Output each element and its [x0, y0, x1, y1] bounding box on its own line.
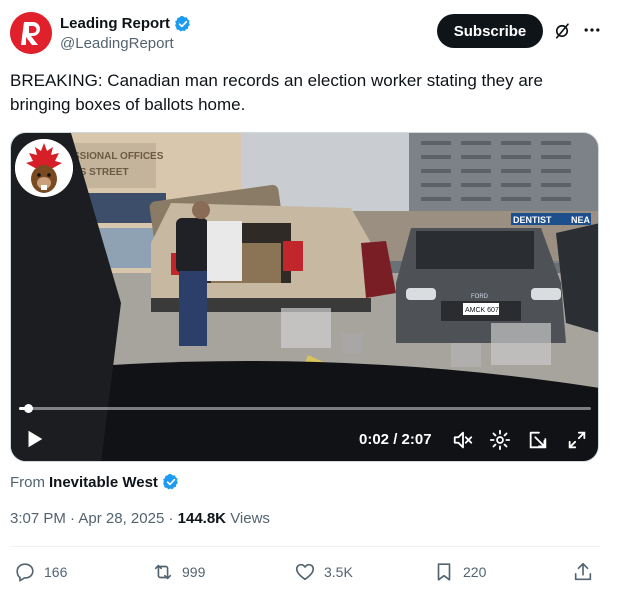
bookmark-icon: [437, 563, 451, 581]
bookmark-count: 220: [463, 564, 487, 580]
play-icon[interactable]: [23, 428, 45, 450]
channel-logo: [15, 139, 73, 197]
tweet-text: BREAKING: Canadian man records an electi…: [10, 71, 543, 114]
reply-count: 166: [44, 564, 68, 580]
tweet-date[interactable]: Apr 28, 2025: [78, 510, 164, 527]
from-label: From: [10, 473, 45, 491]
scene-storefront-sign: SSIONAL OFFICES: [73, 151, 164, 162]
views-count: 144.8K: [177, 510, 227, 527]
video-frame: DENTIST NEA SSIONAL OFFICES ES STREET AM…: [11, 133, 598, 461]
meta-separator: ·: [70, 510, 76, 527]
share-button[interactable]: [572, 558, 594, 586]
repost-icon: [154, 564, 172, 580]
grok-icon[interactable]: [553, 22, 571, 40]
verified-badge-icon: [163, 473, 178, 490]
video-source-line: From Inevitable West: [10, 473, 180, 491]
tweet-meta: 3:07 PM · Apr 28, 2025 · 144.8K Views: [10, 510, 270, 527]
fullscreen-icon[interactable]: [566, 429, 588, 451]
avatar[interactable]: LEADING: [10, 12, 52, 54]
avatar-text: LEADING: [14, 18, 19, 36]
author-name-row[interactable]: Leading Report: [60, 14, 192, 34]
scene-right-sign: NEA: [571, 215, 591, 225]
like-button[interactable]: 3.5K: [294, 558, 353, 586]
video-progress-bar[interactable]: [19, 404, 591, 413]
tweet-time[interactable]: 3:07 PM: [10, 510, 66, 527]
settings-gear-icon[interactable]: [489, 429, 511, 451]
repost-button[interactable]: 999: [152, 558, 205, 586]
more-options-icon[interactable]: [582, 20, 602, 40]
reply-button[interactable]: 166: [14, 558, 67, 586]
mute-icon[interactable]: [452, 429, 474, 451]
author-display-name[interactable]: Leading Report: [60, 14, 170, 34]
video-player[interactable]: DENTIST NEA SSIONAL OFFICES ES STREET AM…: [10, 132, 599, 462]
leading-report-logo-icon: LEADING: [10, 12, 52, 54]
author-names: Leading Report @LeadingReport: [60, 14, 192, 54]
scene-license-plate: AMCK 607: [465, 307, 499, 314]
reply-icon: [16, 563, 34, 582]
video-time: 0:02 / 2:07: [359, 431, 432, 448]
divider: [10, 546, 600, 547]
tweet-header: LEADING Leading Report @LeadingReport Su…: [10, 12, 616, 56]
share-icon: [574, 562, 592, 581]
meta-separator: ·: [168, 510, 174, 527]
repost-count: 999: [182, 564, 206, 580]
scene-car-brand: FORD: [471, 294, 489, 300]
bookmark-button[interactable]: 220: [433, 558, 486, 586]
video-progress-handle[interactable]: [24, 404, 33, 413]
like-count: 3.5K: [324, 564, 353, 580]
beaver-maple-leaf-icon: [15, 139, 73, 197]
tweet-actions: 166 999 3.5K 220: [10, 558, 600, 588]
verified-badge-icon: [175, 15, 190, 32]
heart-icon: [295, 563, 315, 581]
subscribe-button[interactable]: Subscribe: [437, 14, 543, 48]
source-account-link[interactable]: Inevitable West: [49, 474, 158, 491]
scene-dentist-sign: DENTIST: [513, 215, 552, 225]
views-label: Views: [230, 510, 270, 527]
author-handle[interactable]: @LeadingReport: [60, 34, 192, 54]
picture-in-picture-icon[interactable]: [527, 429, 549, 451]
